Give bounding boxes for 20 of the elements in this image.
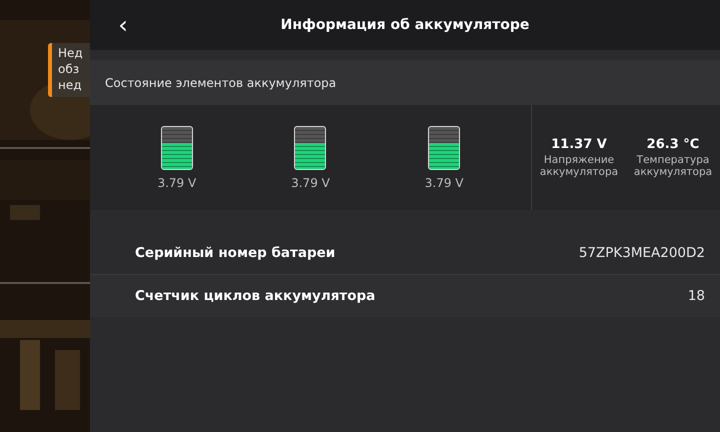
row-label: Счетчик циклов аккумулятора [135,288,376,304]
row-value: 18 [688,288,705,304]
cell-voltage: 3.79 V [157,176,196,190]
back-button[interactable]: ‹ [105,13,141,37]
cell-voltage: 3.79 V [424,176,464,190]
cell-voltage: 3.79 V [291,176,330,190]
stat-label: Напряжение аккумулятора [538,154,620,178]
notice-text: Нед [58,45,84,61]
row-label: Серийный номер батареи [135,245,336,261]
stat-label: Температура аккумулятора [632,154,714,178]
stat-value: 11.37 V [551,137,607,152]
stat-value: 26.3 °C [646,137,700,152]
battery-cell-icon [428,126,460,170]
section-title: Состояние элементов аккумулятора [105,76,336,90]
battery-cell-icon [294,126,326,170]
notice-text: нед [58,77,83,93]
notice-text: обз [58,61,80,77]
row-value: 57ZPK3MEA200D2 [578,245,705,261]
battery-cell-icon [160,126,193,170]
panel-title: Информация об аккумуляторе [280,17,530,33]
